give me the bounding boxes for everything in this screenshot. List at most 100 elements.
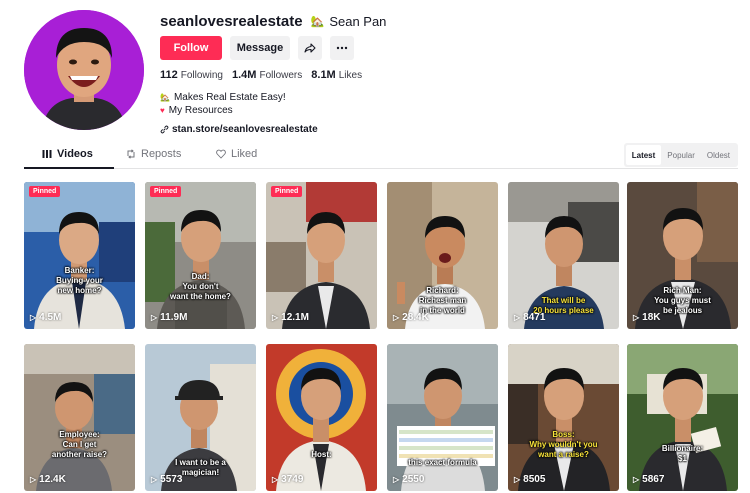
message-button[interactable]: Message (230, 36, 290, 60)
video-card[interactable]: Richard: Richest man in the world ▷ 28.4K (387, 182, 498, 329)
sort-latest[interactable]: Latest (625, 145, 662, 165)
action-buttons: Follow Message (160, 36, 386, 60)
sort-toggle: Latest Popular Oldest (623, 143, 738, 167)
tab-liked[interactable]: Liked (216, 148, 257, 160)
video-card[interactable]: Billionaire: $1 ▷ 5867 (627, 344, 738, 491)
house-emoji-icon: 🏡 (160, 93, 170, 102)
video-caption: Billionaire: $1 (661, 444, 704, 463)
tab-videos[interactable]: Videos (42, 148, 93, 160)
video-caption: Employee: Can I get another raise? (51, 430, 108, 459)
view-count-text: 3749 (281, 474, 304, 485)
play-icon: ▷ (393, 313, 400, 322)
profile-bio: 🏡 Makes Real Estate Easy! ♥ My Resources (160, 91, 386, 117)
bio-text-1: Makes Real Estate Easy! (173, 92, 286, 103)
profile-link[interactable]: stan.store/seanlovesrealestate (160, 124, 386, 135)
play-icon: ▷ (30, 475, 37, 484)
video-thumbnail (508, 344, 619, 491)
pinned-badge: Pinned (29, 186, 61, 197)
bio-line-2: ♥ My Resources (160, 104, 386, 117)
view-count: ▷ 3749 (272, 474, 303, 485)
view-count: ▷ 5573 (151, 474, 182, 485)
play-icon: ▷ (393, 475, 400, 484)
play-icon: ▷ (151, 313, 158, 322)
name-row: seanlovesrealestate 🏡 Sean Pan (160, 10, 386, 32)
profile-avatar (24, 10, 144, 130)
video-caption: Dad: You don't want the home? (170, 272, 231, 301)
view-count: ▷ 8471 (514, 312, 545, 323)
video-card[interactable]: Pinned Banker: Buying your new home? ▷ 4.… (24, 182, 135, 329)
sort-popular[interactable]: Popular (661, 145, 701, 165)
play-icon: ▷ (272, 475, 279, 484)
profile-link-text: stan.store/seanlovesrealestate (172, 124, 318, 135)
view-count-text: 5573 (160, 474, 183, 485)
video-thumbnail (145, 182, 256, 329)
view-count-text: 4.5M (39, 312, 62, 323)
followers-stat[interactable]: 1.4M Followers (232, 69, 302, 81)
more-button[interactable] (330, 36, 354, 60)
videos-grid-icon (42, 150, 52, 158)
share-button[interactable] (298, 36, 322, 60)
video-caption: Host: (311, 450, 332, 459)
repost-icon (127, 149, 135, 159)
video-card[interactable]: That will be 20 hours please ▷ 8471 (508, 182, 619, 329)
following-stat[interactable]: 112 Following (160, 69, 223, 81)
profile-stats: 112 Following 1.4M Followers 8.1M Likes (160, 69, 386, 81)
active-tab-indicator (24, 167, 114, 169)
view-count: ▷ 5867 (633, 474, 664, 485)
likes-stat: 8.1M Likes (311, 69, 362, 81)
video-caption: this exact formula (408, 458, 477, 467)
play-icon: ▷ (633, 313, 640, 322)
username: seanlovesrealestate (160, 12, 303, 30)
video-card[interactable]: I want to be a magician! ▷ 5573 (145, 344, 256, 491)
video-caption: Boss: Why wouldn't you want a raise? (529, 430, 598, 459)
liked-heart-icon (216, 149, 226, 159)
video-thumbnail (266, 344, 377, 491)
video-thumbnail (387, 344, 498, 491)
view-count: ▷ 28.4K (393, 312, 429, 323)
view-count-text: 8505 (523, 474, 546, 485)
view-count: ▷ 11.9M (151, 312, 187, 323)
video-caption: Banker: Buying your new home? (56, 266, 103, 295)
video-card[interactable]: Employee: Can I get another raise? ▷ 12.4… (24, 344, 135, 491)
bio-line-1: 🏡 Makes Real Estate Easy! (160, 91, 386, 104)
profile-info: seanlovesrealestate 🏡 Sean Pan Follow Me… (160, 10, 386, 135)
view-count: ▷ 8505 (514, 474, 545, 485)
view-count: ▷ 4.5M (30, 312, 61, 323)
tab-reposts[interactable]: Reposts (126, 148, 181, 160)
following-label: Following (180, 70, 223, 81)
tab-reposts-label: Reposts (141, 148, 182, 160)
video-thumbnail (627, 344, 738, 491)
view-count-text: 12.1M (281, 312, 309, 323)
video-card[interactable]: Host: ▷ 3749 (266, 344, 377, 491)
view-count-text: 28.4K (402, 312, 429, 323)
video-thumbnail (24, 344, 135, 491)
followers-count: 1.4M (232, 69, 257, 81)
video-thumbnail (24, 182, 135, 329)
view-count-text: 5867 (642, 474, 665, 485)
play-icon: ▷ (30, 313, 37, 322)
avatar-image (24, 10, 144, 130)
view-count-text: 18K (642, 312, 661, 323)
video-card[interactable]: Pinned Dad: You don't want the home? ▷ 11… (145, 182, 256, 329)
view-count-text: 8471 (523, 312, 546, 323)
profile-tabs: Videos Reposts Liked Latest Popular Olde… (24, 140, 738, 169)
video-card[interactable]: Pinned ▷ 12.1M (266, 182, 377, 329)
follow-button[interactable]: Follow (160, 36, 222, 60)
view-count: ▷ 18K (633, 312, 661, 323)
video-card[interactable]: this exact formula ▷ 2550 (387, 344, 498, 491)
likes-label: Likes (338, 70, 363, 81)
nickname: Sean Pan (329, 13, 387, 29)
house-emoji-icon: 🏡 (310, 15, 325, 28)
play-icon: ▷ (272, 313, 279, 322)
video-card[interactable]: Boss: Why wouldn't you want a raise? ▷ 85… (508, 344, 619, 491)
heart-icon: ♥ (160, 106, 165, 115)
view-count-text: 11.9M (160, 312, 188, 323)
likes-count: 8.1M (311, 69, 336, 81)
view-count: ▷ 12.1M (272, 312, 309, 323)
play-icon: ▷ (514, 313, 521, 322)
play-icon: ▷ (633, 475, 640, 484)
video-card[interactable]: Rich Man: You guys must be jealous ▷ 18K (627, 182, 738, 329)
sort-oldest[interactable]: Oldest (701, 145, 736, 165)
link-icon (160, 125, 169, 134)
video-thumbnail (266, 182, 377, 329)
